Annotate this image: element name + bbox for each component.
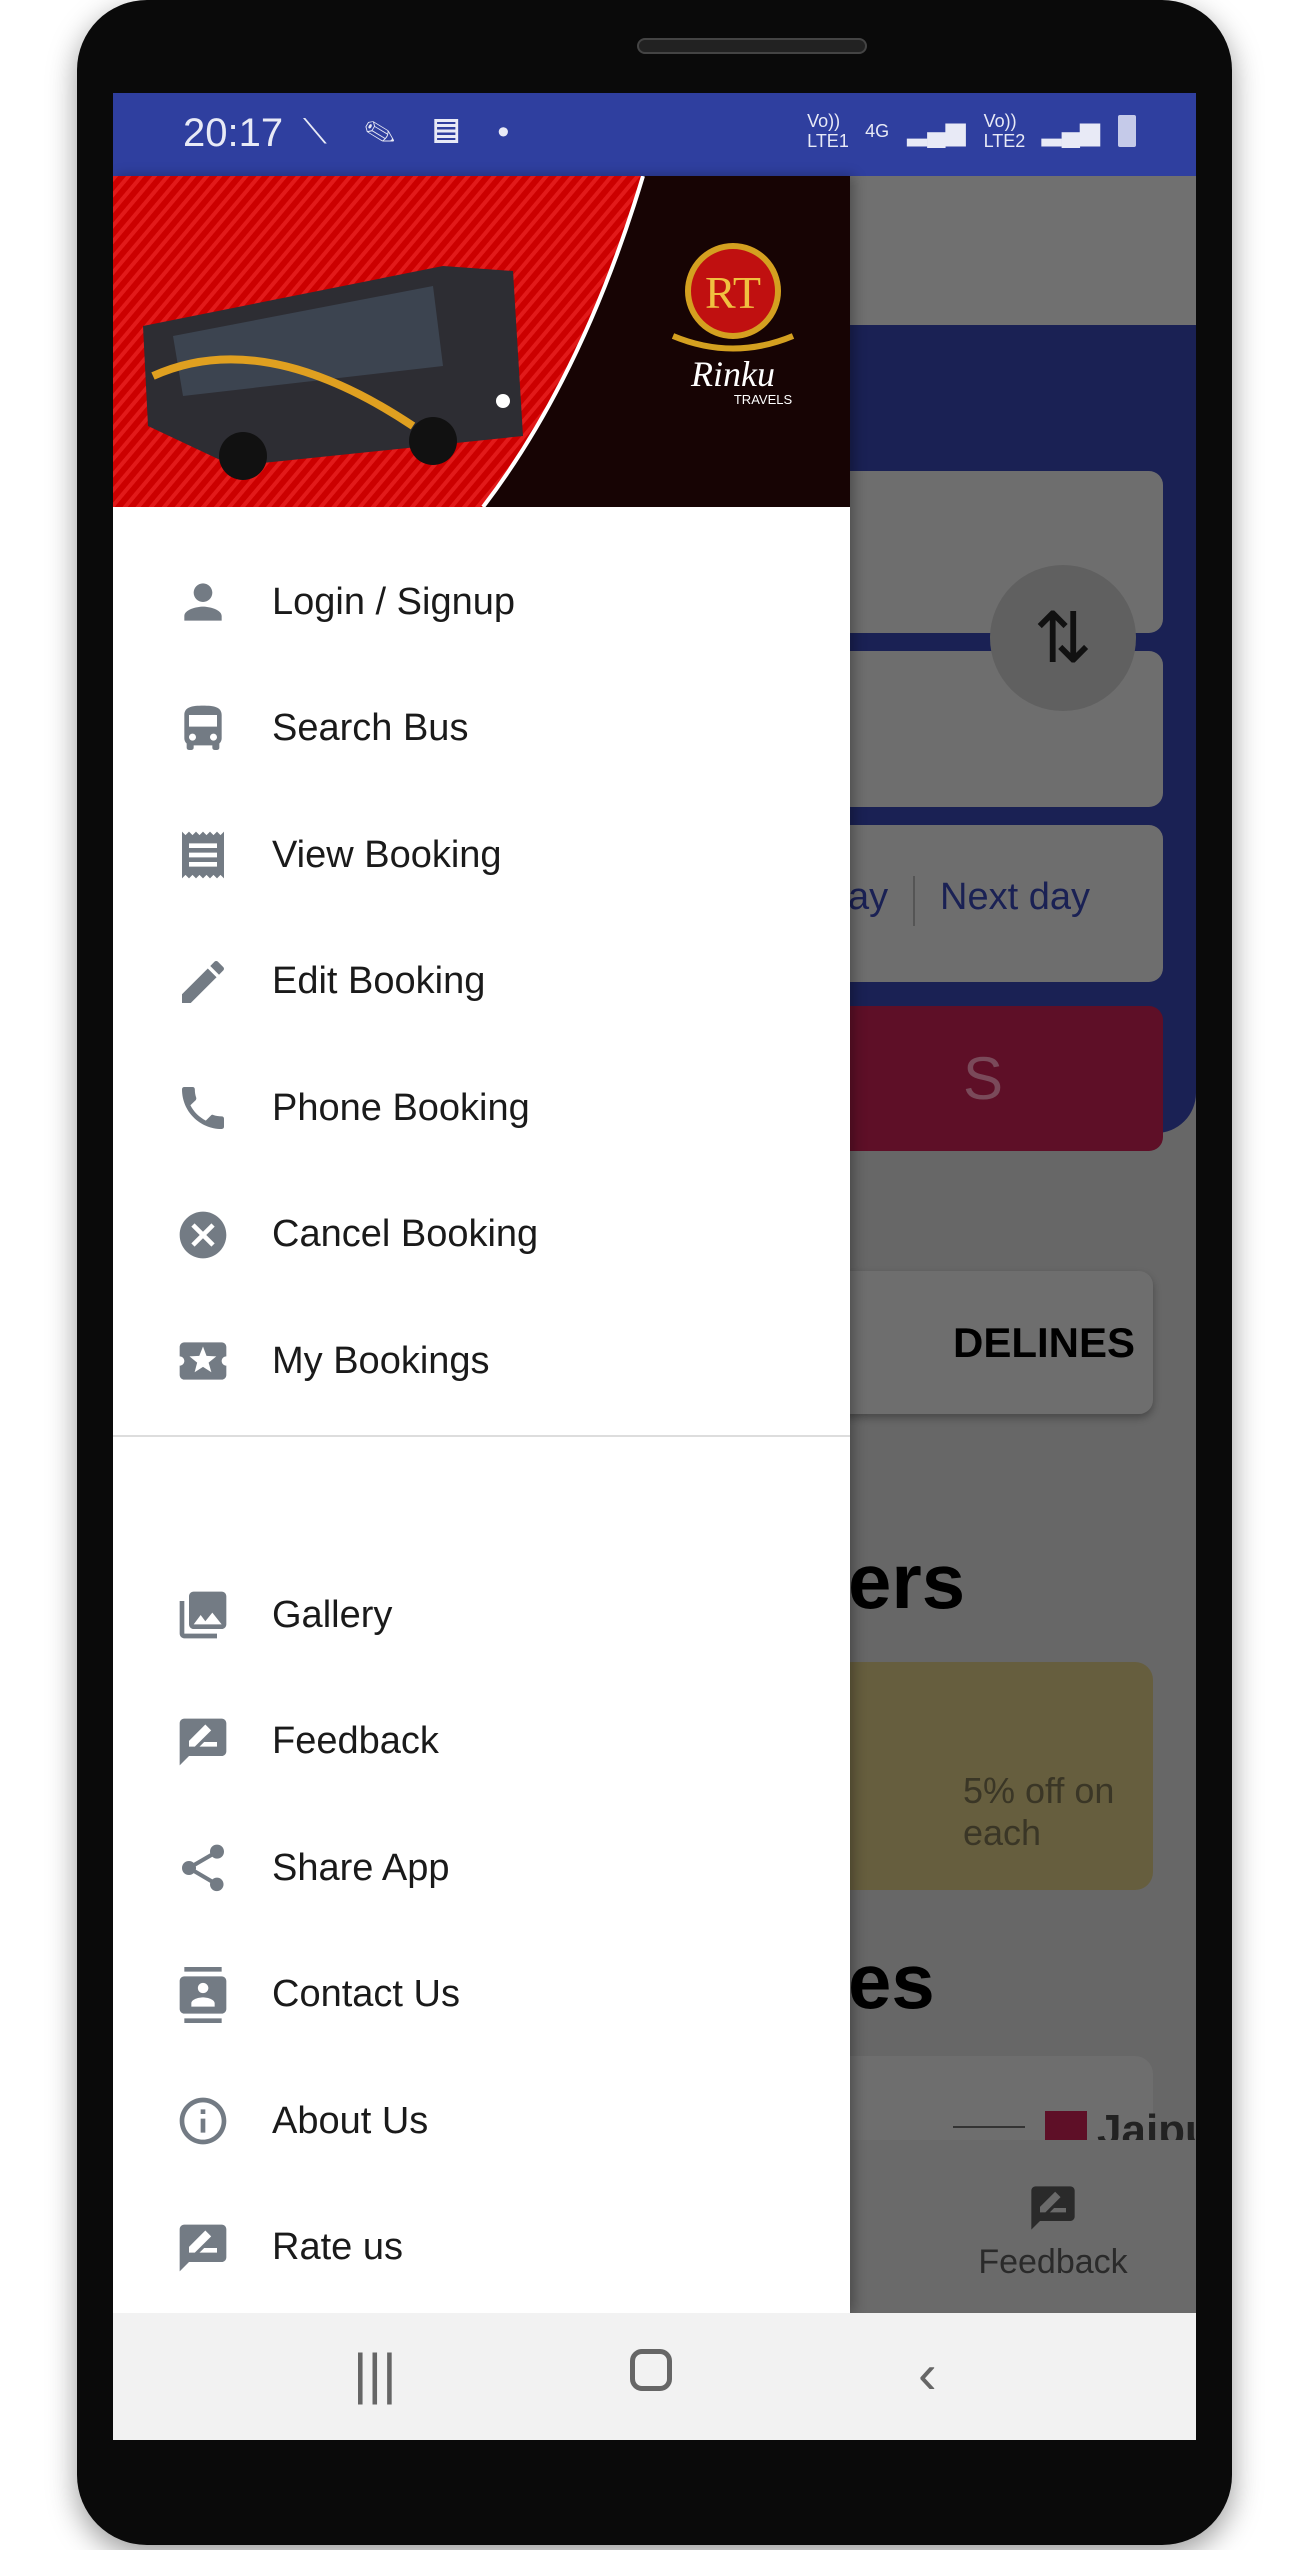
system-nav-bar: ||| ‹ bbox=[113, 2313, 1196, 2440]
drawer-item-gallery[interactable]: Gallery bbox=[113, 1560, 850, 1670]
bus-icon bbox=[173, 699, 233, 759]
contact-icon bbox=[173, 1965, 233, 2025]
drawer-header: RT Rinku TRAVELS bbox=[113, 176, 850, 507]
speaker bbox=[637, 38, 867, 54]
drawer-item-edit-booking[interactable]: Edit Booking bbox=[113, 927, 850, 1037]
status-bar: 20:17 ⟍ ✎ ▤ • Vo)) LTE1 4G ▂▄▆ Vo)) LTE2… bbox=[113, 93, 1196, 176]
drawer-item-view-booking[interactable]: View Booking bbox=[113, 800, 850, 910]
drawer-item-label: Rate us bbox=[272, 2226, 403, 2268]
drawer-item-feedback[interactable]: Feedback bbox=[113, 1687, 850, 1797]
drawer-item-label: Feedback bbox=[272, 1720, 439, 1762]
next-day-button[interactable]: Next day bbox=[940, 876, 1090, 919]
drawer-item-label: Search Bus bbox=[272, 707, 469, 749]
feedback-icon bbox=[1031, 2186, 1075, 2230]
drawer-item-label: Gallery bbox=[272, 1593, 393, 1636]
drawer-item-label: My Bookings bbox=[272, 1339, 490, 1382]
status-time: 20:17 bbox=[183, 111, 284, 155]
offer-text: 5% off on each bbox=[963, 1770, 1115, 1853]
battery-icon bbox=[1118, 115, 1136, 147]
header-banner: RT Rinku TRAVELS bbox=[113, 176, 795, 507]
svg-text:Rinku: Rinku bbox=[690, 354, 775, 394]
svg-text:TRAVELS: TRAVELS bbox=[734, 392, 793, 407]
drawer-item-label: About Us bbox=[272, 2099, 429, 2142]
feedback-label: Feedback bbox=[978, 2243, 1128, 2281]
sim1-label: Vo)) LTE1 bbox=[807, 111, 849, 151]
recents-button[interactable]: ||| bbox=[353, 2341, 397, 2406]
back-button[interactable]: ‹ bbox=[918, 2341, 937, 2406]
routes-heading: es bbox=[848, 1937, 935, 2025]
ticket-icon bbox=[173, 1331, 233, 1391]
drawer-item-my-bookings[interactable]: My Bookings bbox=[113, 1306, 850, 1416]
drawer-item-about-us[interactable]: About Us bbox=[113, 2066, 850, 2176]
drawer-item-search-bus[interactable]: Search Bus bbox=[113, 674, 850, 784]
drawer-item-rate-us[interactable]: Rate us bbox=[113, 2193, 850, 2303]
phone-icon bbox=[173, 1078, 233, 1138]
notification-icons: ⟍ ✎ ▤ • bbox=[303, 113, 524, 151]
drawer-item-label: Login / Signup bbox=[272, 580, 515, 623]
signal-icon: ▂▄▆ bbox=[1041, 116, 1100, 146]
signal-icon: ▂▄▆ bbox=[907, 116, 966, 146]
cancel-icon bbox=[173, 1205, 233, 1265]
drawer-item-share-app[interactable]: Share App bbox=[113, 1813, 850, 1923]
offers-heading: ers bbox=[848, 1537, 966, 1625]
status-right: Vo)) LTE1 4G ▂▄▆ Vo)) LTE2 ▂▄▆ bbox=[807, 111, 1136, 151]
search-buses-button[interactable]: S bbox=[833, 1006, 1163, 1151]
rate-icon bbox=[173, 2218, 233, 2278]
drawer-item-label: Contact Us bbox=[272, 1973, 460, 2015]
drawer-item-label: Edit Booking bbox=[272, 960, 486, 1002]
feedback-icon bbox=[173, 1712, 233, 1772]
network-label: 4G bbox=[865, 121, 890, 141]
rinku-travels-logo: RT Rinku TRAVELS bbox=[671, 243, 795, 407]
home-button[interactable] bbox=[630, 2349, 672, 2391]
guidelines-card[interactable]: DELINES bbox=[833, 1271, 1153, 1414]
drawer-item-login-signup[interactable]: Login / Signup bbox=[113, 547, 850, 657]
info-icon bbox=[173, 2091, 233, 2151]
bottom-nav-feedback[interactable]: Feedback bbox=[973, 2182, 1133, 2282]
day-divider bbox=[913, 876, 915, 926]
sim2-label: Vo)) LTE2 bbox=[983, 111, 1026, 151]
drawer-item-label: Share App bbox=[272, 1846, 450, 1889]
drawer-item-label: View Booking bbox=[272, 833, 502, 876]
svg-text:RT: RT bbox=[705, 267, 761, 318]
drawer-item-label: Phone Booking bbox=[272, 1086, 530, 1129]
drawer-item-phone-booking[interactable]: Phone Booking bbox=[113, 1053, 850, 1163]
drawer-item-contact-us[interactable]: Contact Us bbox=[113, 1940, 850, 2050]
navigation-drawer: RT Rinku TRAVELS Login / Signup Search Bu… bbox=[113, 176, 850, 2313]
share-icon bbox=[173, 1838, 233, 1898]
route-line bbox=[953, 2126, 1025, 2128]
drawer-item-label: Cancel Booking bbox=[272, 1213, 539, 1255]
drawer-divider bbox=[113, 1435, 850, 1437]
receipt-icon bbox=[173, 825, 233, 885]
drawer-item-cancel-booking[interactable]: Cancel Booking bbox=[113, 1180, 850, 1290]
gallery-icon bbox=[173, 1585, 233, 1645]
pencil-icon bbox=[173, 952, 233, 1012]
today-partial[interactable]: ay bbox=[848, 876, 888, 919]
offer-card[interactable]: 5% off on each bbox=[833, 1662, 1153, 1890]
swap-icon[interactable]: ⇅ bbox=[990, 565, 1136, 711]
screen: 20:17 ⟍ ✎ ▤ • Vo)) LTE1 4G ▂▄▆ Vo)) LTE2… bbox=[113, 93, 1196, 2440]
person-icon bbox=[173, 572, 233, 632]
